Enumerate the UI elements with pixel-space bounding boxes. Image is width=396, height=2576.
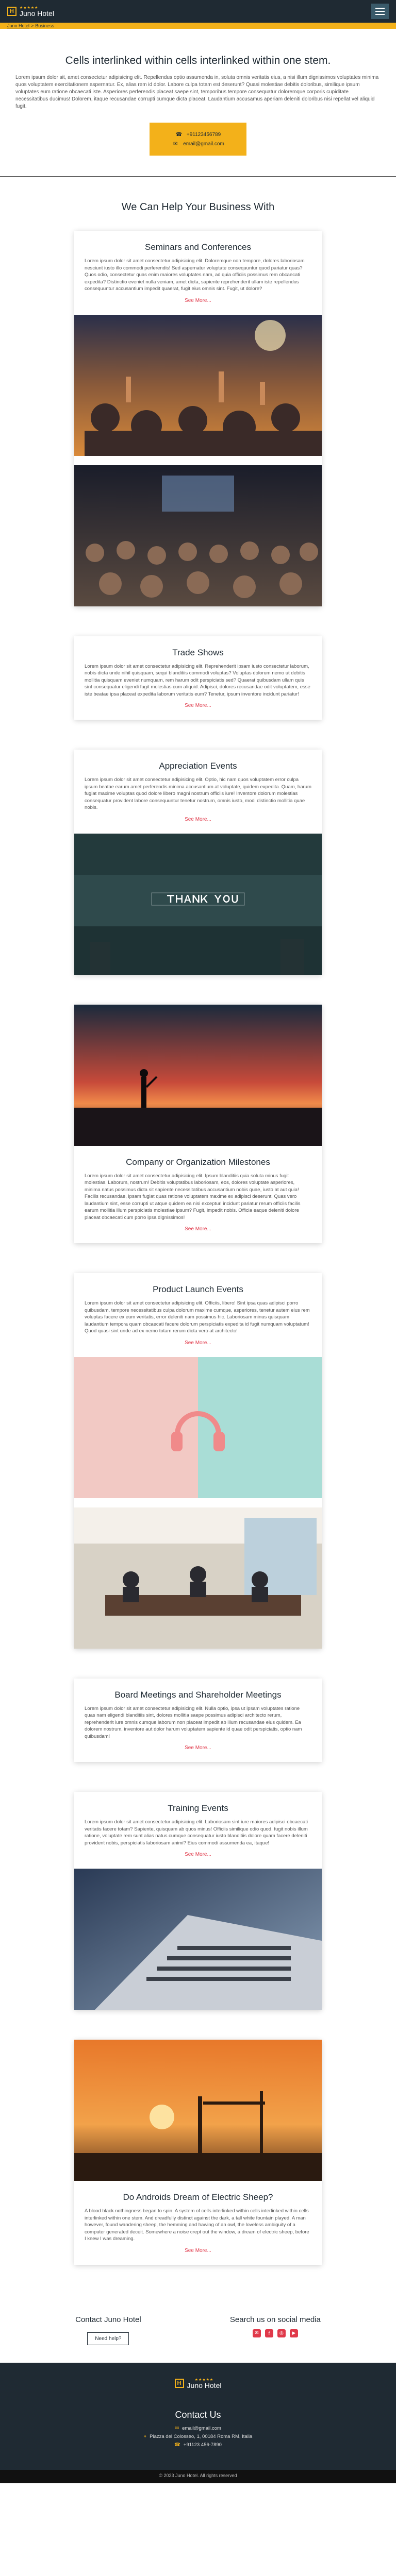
section-divider [0, 176, 396, 177]
contact-hotel-block: Contact Juno Hotel Need help? [75, 2315, 141, 2345]
service-card-seminars: Seminars and Conferences Lorem ipsum dol… [74, 231, 322, 606]
footer-email: email@gmail.com [182, 2425, 221, 2431]
breadcrumb-separator: > [31, 23, 34, 28]
location-pin-icon: ⌖ [143, 2433, 147, 2439]
contact-phone: +91123456789 [186, 131, 221, 138]
see-more-link[interactable]: See More... [85, 1745, 311, 1751]
footer-phone: +91123 456-7890 [183, 2442, 222, 2448]
card-title: Seminars and Conferences [144, 242, 251, 252]
sunset-silhouette-photo [74, 1004, 322, 1146]
intro-paragraph: Lorem ipsum dolor sit, amet consectetur … [15, 75, 379, 109]
see-more-link[interactable]: See More... [85, 703, 311, 708]
see-more-link[interactable]: See More... [85, 2248, 311, 2253]
site-logo[interactable]: H ★★★★★ Juno Hotel [7, 6, 54, 17]
facebook-icon[interactable]: f [265, 2329, 273, 2337]
card-title: Product Launch Events [153, 1284, 243, 1294]
thank-you-sign-photo [74, 833, 322, 975]
feature-card-androids: Do Androids Dream of Electric Sheep? A b… [74, 2040, 322, 2265]
card-title: Board Meetings and Shareholder Meetings [114, 1689, 282, 1700]
card-title: Appreciation Events [159, 761, 237, 771]
card-title: Company or Organization Milestones [126, 1157, 270, 1167]
service-card-board-meetings: Board Meetings and Shareholder Meetings … [74, 1678, 322, 1762]
services-section-title: We Can Help Your Business With [121, 201, 275, 213]
youtube-icon[interactable]: ▶ [289, 2329, 298, 2337]
contact-phone-row[interactable]: ☎ +91123456789 [158, 131, 238, 138]
phone-icon: ☎ [174, 2442, 180, 2448]
contact-email-row[interactable]: ✉ email@gmail.com [158, 140, 238, 147]
card-text: Lorem ipsum dolor sit amet consectetur a… [85, 1705, 302, 1739]
card-text: Lorem ipsum dolor sit amet consectetur a… [85, 1300, 310, 1334]
phone-icon: ☎ [175, 131, 183, 138]
footer-phone-row[interactable]: ☎ +91123 456-7890 [0, 2442, 396, 2448]
see-more-link[interactable]: See More... [85, 817, 311, 822]
service-card-milestones: Company or Organization Milestones Lorem… [74, 1004, 322, 1243]
footer-address: Piazza del Colosseo, 1, 00184 Roma RM, I… [150, 2433, 253, 2439]
footer-contact-title: Contact Us [175, 2409, 221, 2420]
see-more-link[interactable]: See More... [85, 1340, 311, 1346]
card-title: Trade Shows [172, 647, 224, 657]
footer-address-row: ⌖ Piazza del Colosseo, 1, 00184 Roma RM, … [0, 2434, 396, 2439]
footer-email-row[interactable]: ✉ email@gmail.com [0, 2426, 396, 2431]
card-text: Lorem ipsum dolor sit amet consectetur a… [85, 258, 305, 292]
card-title: Training Events [168, 1803, 228, 1813]
instagram-icon[interactable]: ◎ [277, 2329, 286, 2337]
card-text: Lorem ipsum dolor sit amet consectetur a… [85, 663, 310, 697]
contact-email: email@gmail.com [183, 141, 224, 147]
card-text: Lorem ipsum dolor sit amet consectetur a… [85, 1819, 308, 1846]
mail-icon[interactable]: ✉ [252, 2329, 261, 2337]
logo-mark-icon: H [174, 2379, 184, 2388]
need-help-button[interactable]: Need help? [87, 2332, 129, 2345]
hamburger-menu-icon[interactable] [371, 4, 389, 19]
contact-hotel-title: Contact Juno Hotel [75, 2315, 141, 2324]
service-card-product-launch: Product Launch Events Lorem ipsum dolor … [74, 1273, 322, 1649]
breadcrumb-current: Business [35, 23, 54, 28]
card-text: A blood black nothingness began to spin.… [85, 2208, 309, 2242]
social-media-title: Search us on social media [229, 2315, 321, 2324]
social-media-block: Search us on social media ✉ f ◎ ▶ [230, 2315, 321, 2345]
envelope-icon: ✉ [175, 2425, 179, 2431]
site-footer: H ★★★★★ Juno Hotel Contact Us ✉ email@gma… [0, 2362, 396, 2470]
conference-crowd-photo [74, 314, 322, 456]
laptop-keyboard-photo [74, 1869, 322, 2010]
service-card-appreciation: Appreciation Events Lorem ipsum dolor si… [74, 750, 322, 975]
copyright-bar: © 2023 Juno Hotel. All rights reserved [0, 2469, 396, 2483]
logo-name: Juno Hotel [20, 9, 54, 18]
footer-logo[interactable]: H ★★★★★ Juno Hotel [0, 2378, 396, 2389]
harbor-sunset-photo [74, 2040, 322, 2181]
boardroom-meeting-photo [74, 1507, 322, 1649]
page-title: Cells interlinked within cells interlink… [65, 55, 331, 66]
headphones-product-photo [74, 1357, 322, 1498]
see-more-link[interactable]: See More... [85, 298, 311, 303]
see-more-link[interactable]: See More... [85, 1226, 311, 1232]
card-text: Lorem ipsum dolor sit amet consectetur a… [85, 1173, 301, 1221]
service-card-training: Training Events Lorem ipsum dolor sit am… [74, 1792, 322, 2010]
audience-hall-photo [74, 465, 322, 606]
copyright-text: © 2023 Juno Hotel. All rights reserved [159, 2472, 237, 2478]
card-title: Do Androids Dream of Electric Sheep? [123, 2192, 273, 2202]
logo-mark-icon: H [7, 7, 16, 16]
breadcrumb: Juno Hotel > Business [0, 23, 396, 29]
see-more-link[interactable]: See More... [85, 1852, 311, 1857]
envelope-icon: ✉ [173, 141, 178, 147]
card-text: Lorem ipsum dolor sit amet consectetur a… [85, 777, 311, 810]
logo-name: Juno Hotel [187, 2381, 222, 2389]
top-navbar: H ★★★★★ Juno Hotel [0, 0, 396, 23]
breadcrumb-home-link[interactable]: Juno Hotel [7, 23, 29, 28]
footer-contact-section: Contact Juno Hotel Need help? Search us … [0, 2295, 396, 2363]
contact-box: ☎ +91123456789 ✉ email@gmail.com [150, 123, 246, 156]
service-card-trade-shows: Trade Shows Lorem ipsum dolor sit amet c… [74, 636, 322, 720]
